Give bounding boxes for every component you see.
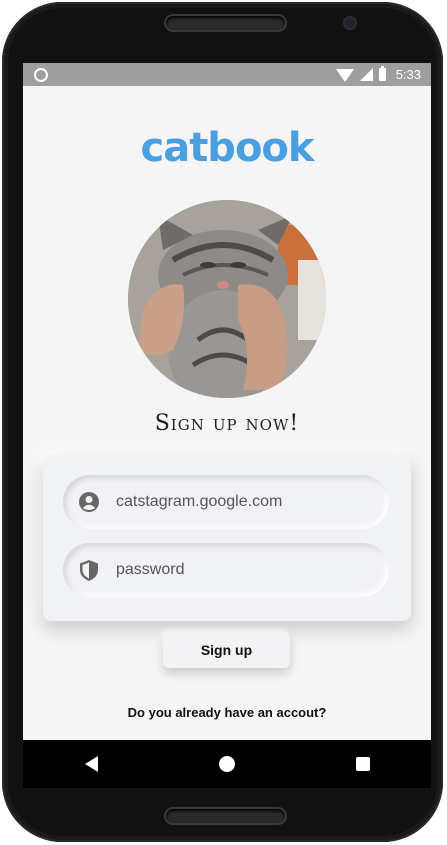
cat-photo-icon (128, 200, 326, 398)
wifi-icon (335, 69, 354, 82)
battery-icon (378, 66, 386, 81)
signup-form-card: catstagram.google.com password (43, 455, 411, 621)
password-field[interactable]: password (63, 543, 389, 597)
login-link-text[interactable]: Do you already have an accout? (23, 705, 431, 720)
signup-button[interactable]: Sign up (163, 632, 290, 668)
app-screen: 5:33 catbook Sign up now! catstagram.goo… (23, 63, 431, 788)
password-placeholder: password (116, 561, 185, 578)
signup-heading: Sign up now! (154, 411, 300, 436)
home-button[interactable] (207, 744, 247, 784)
recents-button[interactable] (343, 744, 383, 784)
status-time: 5:33 (395, 67, 421, 82)
system-nav-bar (23, 740, 431, 788)
status-indicators: 5:33 (335, 66, 421, 83)
earpiece-speaker (166, 16, 285, 30)
status-bar: 5:33 (23, 63, 431, 86)
app-logo: catbook (140, 125, 314, 171)
signal-icon (359, 68, 373, 81)
front-camera (345, 18, 355, 28)
shield-icon (78, 559, 100, 581)
back-triangle-icon (84, 756, 98, 772)
home-circle-icon (219, 756, 235, 772)
email-value: catstagram.google.com (116, 493, 283, 510)
account-circle-icon (78, 491, 100, 513)
notification-icon (34, 68, 48, 82)
back-button[interactable] (71, 744, 111, 784)
recents-square-icon (356, 757, 370, 771)
cat-avatar-image (128, 200, 326, 398)
email-field[interactable]: catstagram.google.com (63, 475, 389, 529)
bottom-speaker (166, 809, 285, 823)
